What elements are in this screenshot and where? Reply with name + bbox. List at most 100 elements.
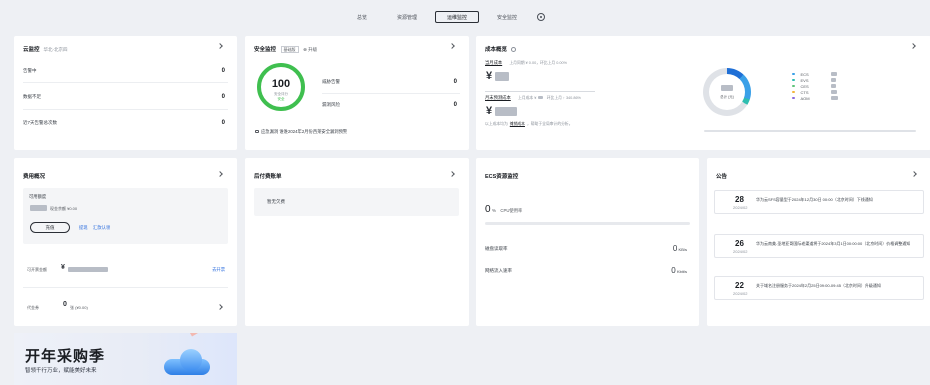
quota-row: 可开票金额 ¥ 去开票: [23, 264, 228, 276]
row-unit: Kbit/s: [676, 269, 687, 274]
chevron-right-icon[interactable]: [217, 171, 223, 177]
recharge-button[interactable]: 充值: [30, 222, 70, 233]
promo-banner[interactable]: 开年采购季 智领千行万业，赋能美好未来: [14, 333, 237, 385]
row-label: 数据不足: [23, 94, 41, 99]
empty-text: 暂无欠费: [267, 199, 285, 204]
chevron-right-icon[interactable]: [910, 43, 916, 49]
fees-card: 费用概况 可用额度 现金余额 ¥0.00 充值 提现 汇款认领 可开票金额 ¥ …: [14, 158, 237, 326]
security-title: 安全监控 基础版 ⊕ 升级: [254, 45, 317, 53]
bulletin-icon: [255, 130, 259, 133]
edition-badge: 基础版: [280, 46, 299, 53]
notice-day: 22: [735, 281, 744, 290]
masked-amount: [495, 71, 510, 81]
scroll-track[interactable]: [704, 130, 916, 132]
voucher-unit: 张 (¥0.00): [70, 305, 88, 310]
cloud-icon: [164, 349, 212, 375]
divider: [23, 287, 228, 288]
note-tail: ，帮助于全局审计的分析。: [526, 122, 573, 126]
note-text: 以上成本均为: [485, 122, 508, 126]
masked-amount: [830, 90, 837, 94]
banner-ribbon: [190, 333, 227, 337]
net-in-row: 网络流入速率 0 Kbit/s: [485, 266, 687, 275]
insufficient-data-row[interactable]: 数据不足 0: [23, 94, 225, 100]
chevron-right-icon[interactable]: [217, 304, 223, 310]
quota-currency: ¥: [61, 264, 65, 271]
legend-label: AOM: [800, 95, 810, 101]
donut-center-label: 总计 (元): [720, 95, 734, 99]
notice-item[interactable]: 28 2024/02 华为云SFS容量型于2024年12月30日 00:00（北…: [714, 190, 924, 214]
cost-legend: ECS EVS CES CTS AOM: [792, 71, 838, 101]
legend-item: AOM: [792, 95, 838, 101]
chevron-right-icon[interactable]: [449, 171, 455, 177]
voucher-row[interactable]: 代金券 0 张 (¥0.00): [23, 301, 228, 313]
score-ring[interactable]: 100 安全评分 安全: [257, 63, 305, 111]
legend-dot: [792, 84, 795, 88]
card-title-text: 成本概览: [485, 47, 508, 53]
cost-card: 成本概览 当月成本 上月同期 ¥ 0.00，环比上月 0.00% ¥ 月末预测成…: [476, 36, 930, 150]
cloud-monitor-title: 云监控 华北-北京四: [23, 45, 68, 53]
notice-month: 2024/02: [733, 291, 748, 296]
available-label: 可用额度: [29, 194, 47, 199]
masked-amount: [30, 205, 47, 211]
notice-day: 26: [735, 239, 744, 248]
masked-amount: [830, 78, 836, 82]
security-card: 安全监控 基础版 ⊕ 升级 100 安全评分 安全 威胁告警 0 漏洞风险 0 应急…: [245, 36, 469, 150]
masked-amount: [721, 85, 733, 91]
vuln-row[interactable]: 漏洞风险 0: [322, 102, 457, 108]
notice-text: 华为云SFS容量型于2024年12月30日 00:00（北京时间）下线通知: [756, 197, 873, 202]
note-link[interactable]: 摊销成本: [510, 122, 525, 126]
forecast-label[interactable]: 月末预测成本: [485, 95, 511, 100]
alarm-row[interactable]: 告警中 0: [23, 68, 225, 74]
banner-tagline: 智领千行万业，赋能美好未来: [25, 368, 97, 374]
divider: [23, 82, 228, 83]
cpu-value: 0: [485, 204, 491, 215]
score-level: 安全: [277, 97, 285, 101]
legend-label: CES: [800, 83, 809, 89]
forecast-compare: 上月成本 ¥: [517, 96, 537, 100]
divider: [485, 91, 595, 92]
row-value: 0: [453, 102, 457, 108]
cost-donut[interactable]: 总计 (元): [703, 68, 751, 116]
withdraw-link[interactable]: 提现: [79, 225, 88, 231]
notice-item[interactable]: 22 2024/02 关于域名注册服务于2024年2月25日09:00-09:4…: [714, 276, 924, 300]
gear-icon[interactable]: [537, 13, 546, 21]
row-label: 漏洞风险: [322, 102, 340, 107]
help-icon[interactable]: [510, 47, 516, 53]
remit-link[interactable]: 汇款认领: [93, 225, 110, 231]
chevron-right-icon[interactable]: [217, 43, 223, 49]
forecast-trend: 环比上月 ↑ 340.86%: [546, 96, 581, 100]
chevron-right-icon[interactable]: [449, 43, 455, 49]
month-cost-label[interactable]: 当月成本: [485, 60, 502, 65]
forecast-value: ¥: [486, 105, 518, 117]
month-cost-compare: 上月同期 ¥ 0.00，环比上月 0.00%: [509, 61, 567, 65]
masked-amount: [830, 84, 836, 88]
tab-ops-monitor[interactable]: 运维监控: [435, 11, 480, 23]
notice-card: 公告 28 2024/02 华为云SFS容量型于2024年12月30日 00:0…: [707, 158, 930, 326]
notice-text: 关于域名注册服务于2024年2月25日09:00-09:45（北京时间）升级通知: [756, 283, 881, 288]
cpu-line: 0 % CPU使用率: [485, 204, 522, 215]
forecast-line: 月末预测成本 上月成本 ¥ 环比上月 ↑ 340.86%: [485, 95, 581, 101]
cost-note: 以上成本均为 摊销成本 ，帮助于全局审计的分析。: [485, 122, 573, 127]
quota-label: 可开票金额: [27, 267, 47, 272]
fees-title: 费用概况: [23, 174, 46, 180]
upgrade-label: 升级: [308, 47, 318, 52]
divider: [322, 93, 460, 94]
card-title-text: 安全监控: [254, 47, 277, 53]
row-value: 0: [221, 120, 225, 126]
cpu-unit: %: [491, 208, 496, 213]
notice-item[interactable]: 26 2024/02 华为云南美-圣地亚哥国际老渠道将于2024年3月1日00:…: [714, 234, 924, 258]
notice-text: 华为云南美-圣地亚哥国际老渠道将于2024年3月1日00:00:00（北京时间）…: [756, 241, 911, 246]
invoice-link[interactable]: 去开票: [212, 267, 225, 273]
legend-label: EVS: [800, 77, 809, 83]
tab-overview[interactable]: 总览: [345, 11, 379, 23]
tab-security-monitor[interactable]: 安全监控: [485, 11, 529, 23]
legend-dot: [792, 72, 795, 76]
upgrade-link[interactable]: ⊕ 升级: [303, 47, 317, 52]
chevron-right-icon[interactable]: [911, 171, 917, 177]
security-footer[interactable]: 应急漏洞 谁谁2024年2月份西莱安全漏洞预警: [255, 129, 347, 135]
notice-day: 28: [735, 195, 744, 204]
row-label: 告警中: [23, 68, 37, 73]
alarm-count-row[interactable]: 近7天告警总次数 0: [23, 120, 225, 126]
tab-resources[interactable]: 资源管理: [385, 11, 429, 23]
threat-row[interactable]: 威胁告警 0: [322, 79, 457, 85]
